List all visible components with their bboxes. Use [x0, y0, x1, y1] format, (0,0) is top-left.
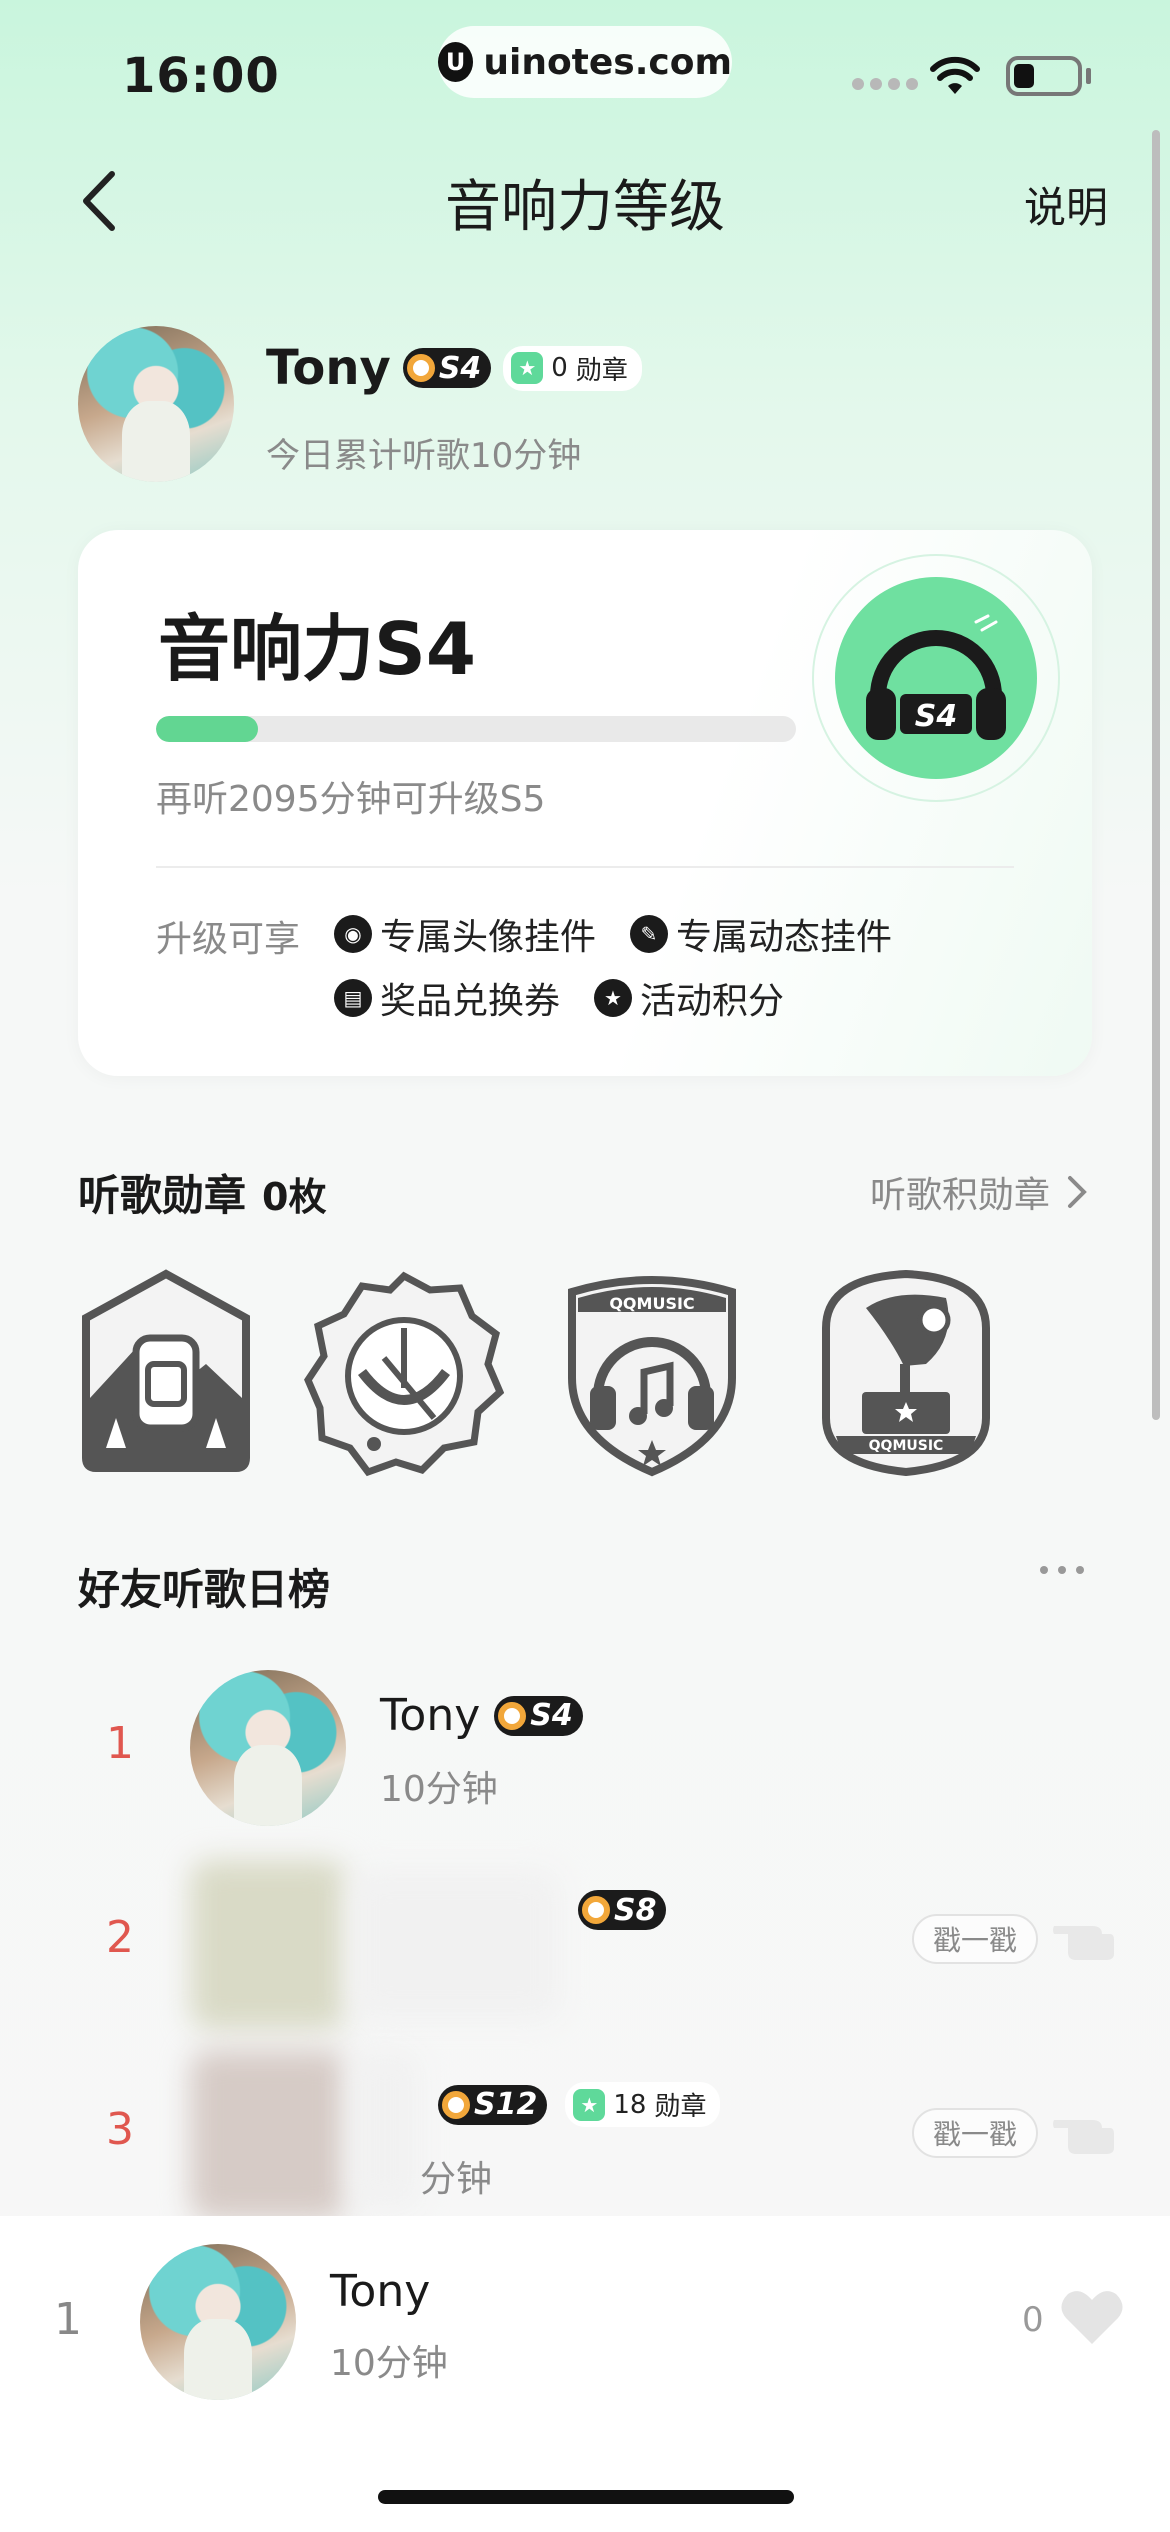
- level-ring-icon: [582, 1896, 610, 1924]
- site-logo-icon: U: [438, 42, 474, 82]
- medal-unit: 勋章: [575, 355, 628, 386]
- friend-name-row: Tony S4: [380, 1690, 583, 1741]
- level-badge-text: S8: [614, 1892, 657, 1928]
- explain-button[interactable]: 说明: [1024, 174, 1108, 235]
- poke-button[interactable]: 戳一戳: [912, 2108, 1038, 2158]
- my-name: Tony: [330, 2266, 431, 2317]
- friend-avatar-blurred[interactable]: [190, 2050, 346, 2220]
- level-ring-icon: [498, 1701, 527, 1730]
- level-badge-text: S12: [474, 2087, 538, 2122]
- friends-rank-title: 好友听歌日榜: [78, 1565, 331, 1614]
- perk-label: 活动积分: [640, 981, 785, 1022]
- earn-medals-link[interactable]: 听歌积勋章: [870, 1166, 1088, 1218]
- medals-header: 听歌勋章 0枚: [78, 1162, 326, 1223]
- svg-text:QQMUSIC: QQMUSIC: [609, 1294, 694, 1313]
- level-badge-text: S4: [438, 350, 482, 386]
- profile-name: Tony: [266, 340, 391, 396]
- signal-icon: [852, 78, 918, 90]
- level-badge-text: S4: [530, 1698, 573, 1733]
- level-title: 音响力S4: [158, 607, 476, 691]
- poke-hand-icon[interactable]: [1052, 2106, 1116, 2156]
- level-emblem: S4: [812, 554, 1060, 802]
- progress-text: 再听2095分钟可升级S5: [156, 779, 546, 820]
- medal-star-icon: ★: [511, 352, 544, 384]
- avatar-pendant-icon: ◉: [334, 915, 372, 953]
- level-ring-icon: [442, 2090, 470, 2119]
- perk-avatar-pendant: ◉ 专属头像挂件: [334, 908, 596, 960]
- profile-name-row: Tony S4 ★ 0 勋章: [266, 340, 642, 396]
- rank-number: 2: [106, 1912, 134, 1963]
- medal-chip[interactable]: ★ 0 勋章: [503, 345, 642, 391]
- profile-avatar[interactable]: [78, 326, 234, 482]
- svg-text:QQMUSIC: QQMUSIC: [869, 1438, 944, 1454]
- level-progress-bar: [156, 716, 796, 742]
- perk-label: 专属动态挂件: [676, 917, 893, 958]
- medal-count: 18: [613, 2089, 647, 2120]
- backpack-medal-icon[interactable]: [66, 1268, 266, 1478]
- medal-star-icon: ★: [573, 2088, 606, 2121]
- scrollbar[interactable]: [1152, 130, 1160, 1420]
- today-listening: 今日累计听歌10分钟: [266, 436, 582, 476]
- medal-chip[interactable]: ★ 18 勋章: [565, 2082, 721, 2127]
- bow-medal-icon[interactable]: [304, 1268, 504, 1478]
- battery-tip: [1086, 68, 1091, 84]
- my-listen-time: 10分钟: [330, 2343, 448, 2384]
- card-divider: [156, 866, 1014, 868]
- perk-coupon: ▤ 奖品兑换券: [334, 972, 560, 1024]
- url-pill[interactable]: U uinotes.com: [438, 26, 732, 98]
- url-text: uinotes.com: [483, 41, 732, 83]
- level-ring-icon: [406, 354, 435, 382]
- poke-hand-icon[interactable]: [1052, 1912, 1116, 1962]
- medal-unit: 勋章: [654, 2092, 707, 2122]
- battery-icon: [1006, 56, 1082, 96]
- my-avatar[interactable]: [140, 2244, 296, 2400]
- star-points-icon: ★: [594, 979, 632, 1017]
- wifi-icon: [930, 56, 980, 94]
- level-badge: S4: [494, 1695, 583, 1736]
- svg-text:S4: S4: [915, 699, 957, 734]
- like-count: 0: [1022, 2300, 1044, 2340]
- perk-post-pendant: ✎ 专属动态挂件: [630, 908, 892, 960]
- level-badge: S4: [402, 348, 492, 388]
- level-badge: S12: [438, 2084, 548, 2125]
- home-indicator[interactable]: [378, 2490, 794, 2504]
- perk-label: 专属头像挂件: [380, 917, 597, 958]
- friend-listen-time: 分钟: [420, 2159, 493, 2200]
- chevron-right-icon: [1068, 1176, 1087, 1208]
- perk-label: 奖品兑换券: [380, 981, 561, 1022]
- friend-avatar-blurred[interactable]: [190, 1860, 346, 2030]
- friend-name: Tony: [380, 1690, 481, 1741]
- more-icon[interactable]: [1040, 1566, 1084, 1574]
- gramophone-medal-icon[interactable]: QQMUSIC: [806, 1268, 1006, 1478]
- page-title: 音响力等级: [445, 175, 725, 240]
- level-badge: S8: [578, 1890, 667, 1930]
- level-progress-fill: [156, 716, 259, 742]
- poke-button[interactable]: 戳一戳: [912, 1914, 1038, 1964]
- friend-badges-row: S12 ★ 18 勋章: [438, 2082, 721, 2127]
- post-pendant-icon: ✎: [630, 915, 668, 953]
- medals-title: 听歌勋章: [78, 1171, 247, 1220]
- heart-icon[interactable]: [1060, 2288, 1124, 2346]
- upgrade-label: 升级可享: [156, 919, 301, 960]
- friend-name-blurred: [350, 1870, 560, 2020]
- medals-count: 0枚: [262, 1175, 327, 1219]
- my-rank-number: 1: [54, 2294, 82, 2345]
- headphones-s4-icon: S4: [866, 614, 1006, 740]
- rank-number: 1: [106, 1718, 134, 1769]
- friend-listen-time: 10分钟: [380, 1769, 498, 1810]
- status-time: 16:00: [122, 48, 280, 104]
- friend-name-blurred: [350, 2050, 420, 2210]
- perk-points: ★ 活动积分: [594, 972, 784, 1024]
- coupon-icon: ▤: [334, 979, 372, 1017]
- headphones-shield-medal-icon[interactable]: QQMUSIC: [552, 1268, 752, 1478]
- earn-medals-text: 听歌积勋章: [870, 1175, 1051, 1216]
- medal-count: 0: [551, 353, 568, 383]
- friend-avatar[interactable]: [190, 1670, 346, 1826]
- rank-number: 3: [106, 2104, 134, 2155]
